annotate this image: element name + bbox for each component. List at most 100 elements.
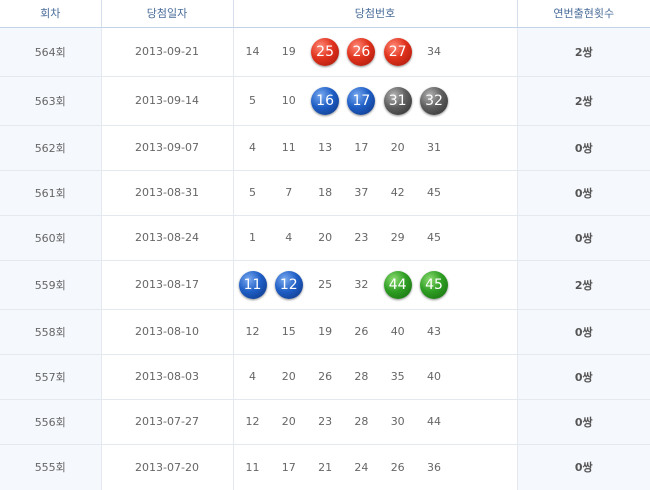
winning-numbers-cell: 5 7 18 37 42 45 [233,170,517,216]
winning-numbers: 11 12 25 32 44 45 [234,270,517,299]
number-plain: 45 [426,231,441,244]
number-plain: 30 [390,415,405,428]
number-slot: 32 [416,86,452,115]
number-ball-red: 27 [383,37,412,66]
number-plain: 13 [318,141,333,154]
winning-numbers-cell: 5 10 16 17 31 32 [233,76,517,126]
number-plain: 7 [285,186,293,199]
consecutive-count-cell: 0쌍 [516,215,650,261]
consecutive-count-cell: 2쌍 [516,260,650,310]
number-plain: 20 [390,141,405,154]
draw-date-cell: 2013-08-24 [101,215,234,261]
number-plain: 36 [426,460,441,474]
winning-numbers-cell: 12 15 19 26 40 43 [233,309,517,355]
number-plain: 26 [354,325,369,338]
winning-numbers-cell: 12 20 23 28 30 44 [233,399,517,445]
winning-numbers: 12 15 19 26 40 43 [234,318,517,346]
header-round: 회차 [0,0,101,28]
number-ball-red: 26 [347,37,376,66]
number-plain: 26 [390,460,405,474]
number-plain: 35 [390,370,405,383]
table-body: 564회 2013-09-21 14 19 25 26 27 34 2쌍 563회 2013-09-… [0,27,650,490]
round-cell: 560회 [0,215,102,261]
number-plain: 12 [245,415,260,428]
number-slot: 44 [380,270,416,299]
winning-numbers-cell: 4 11 13 17 20 31 [233,125,517,171]
table-row: 556회 2013-07-27 12 20 23 28 30 44 0쌍 [0,399,650,445]
number-slot: 11 [235,270,271,299]
number-ball-blue: 16 [311,86,340,115]
draw-date-cell: 2013-08-17 [101,260,234,310]
number-plain: 45 [426,186,441,199]
number-plain: 20 [281,370,296,383]
number-plain: 34 [426,45,441,58]
round-cell: 556회 [0,399,102,445]
winning-numbers-cell: 14 19 25 26 27 34 [233,27,517,77]
consecutive-count-cell: 2쌍 [516,27,650,77]
draw-date-cell: 2013-08-03 [101,354,234,400]
table-row: 559회 2013-08-17 11 12 25 32 44 45 2쌍 [0,260,650,310]
consecutive-count-cell: 0쌍 [516,444,650,490]
number-plain: 19 [318,325,333,338]
number-plain: 18 [318,186,333,199]
draw-date-cell: 2013-08-10 [101,309,234,355]
number-plain: 4 [249,370,256,383]
round-cell: 564회 [0,27,102,77]
number-plain: 5 [249,186,256,199]
number-slot: 27 [380,37,416,66]
number-plain: 23 [318,415,333,428]
consecutive-count-cell: 0쌍 [516,309,650,355]
round-cell: 562회 [0,125,102,171]
header-numbers: 당첨번호 [232,0,517,28]
number-plain: 11 [245,460,260,474]
winning-numbers: 4 11 13 17 20 31 [234,134,517,162]
draw-date-cell: 2013-07-20 [101,444,234,490]
number-plain: 19 [281,45,296,58]
round-cell: 557회 [0,354,102,400]
winning-numbers: 5 7 18 37 42 45 [234,179,517,207]
number-plain: 31 [426,141,441,154]
draw-date-cell: 2013-09-14 [101,76,234,126]
draw-date-cell: 2013-07-27 [101,399,234,445]
number-plain: 26 [318,370,333,383]
number-ball-green: 45 [419,270,448,299]
number-ball-blue: 11 [238,270,267,299]
number-slot: 16 [307,86,343,115]
winning-numbers: 4 20 26 28 35 40 [234,363,517,391]
number-plain: 17 [281,460,296,474]
number-plain: 29 [390,231,405,244]
header-date: 당첨일자 [100,0,233,28]
table-row: 564회 2013-09-21 14 19 25 26 27 34 2쌍 [0,27,650,77]
winning-numbers-cell: 11 17 21 24 26 36 [233,444,517,490]
number-ball-gray: 32 [419,86,448,115]
table-row: 560회 2013-08-24 1 4 20 23 29 45 0쌍 [0,215,650,261]
number-plain: 14 [245,45,260,58]
number-plain: 23 [354,231,369,244]
table-header: 회차 당첨일자 당첨번호 연번출현횟수 [0,0,650,28]
number-ball-gray: 31 [383,86,412,115]
number-slot: 31 [380,86,416,115]
number-slot: 17 [343,86,379,115]
winning-numbers: 1 4 20 23 29 45 [234,224,517,252]
number-ball-green: 44 [383,270,412,299]
header-consecutive-count: 연번출현횟수 [516,0,650,28]
winning-numbers: 11 17 21 24 26 36 [234,453,517,481]
number-plain: 40 [426,370,441,383]
number-plain: 12 [245,325,260,338]
consecutive-count-cell: 0쌍 [516,354,650,400]
number-plain: 32 [354,278,369,291]
number-ball-blue: 17 [347,86,376,115]
table-row: 557회 2013-08-03 4 20 26 28 35 40 0쌍 [0,354,650,400]
consecutive-count-cell: 2쌍 [516,76,650,126]
number-plain: 4 [285,231,293,244]
number-plain: 20 [281,415,296,428]
number-ball-blue: 12 [274,270,303,299]
winning-numbers-cell: 4 20 26 28 35 40 [233,354,517,400]
number-plain: 42 [390,186,405,199]
number-plain: 4 [249,141,256,154]
number-plain: 21 [318,460,333,474]
winning-numbers: 5 10 16 17 31 32 [234,86,517,115]
number-plain: 44 [426,415,441,428]
number-plain: 10 [281,94,296,107]
round-cell: 558회 [0,309,102,355]
